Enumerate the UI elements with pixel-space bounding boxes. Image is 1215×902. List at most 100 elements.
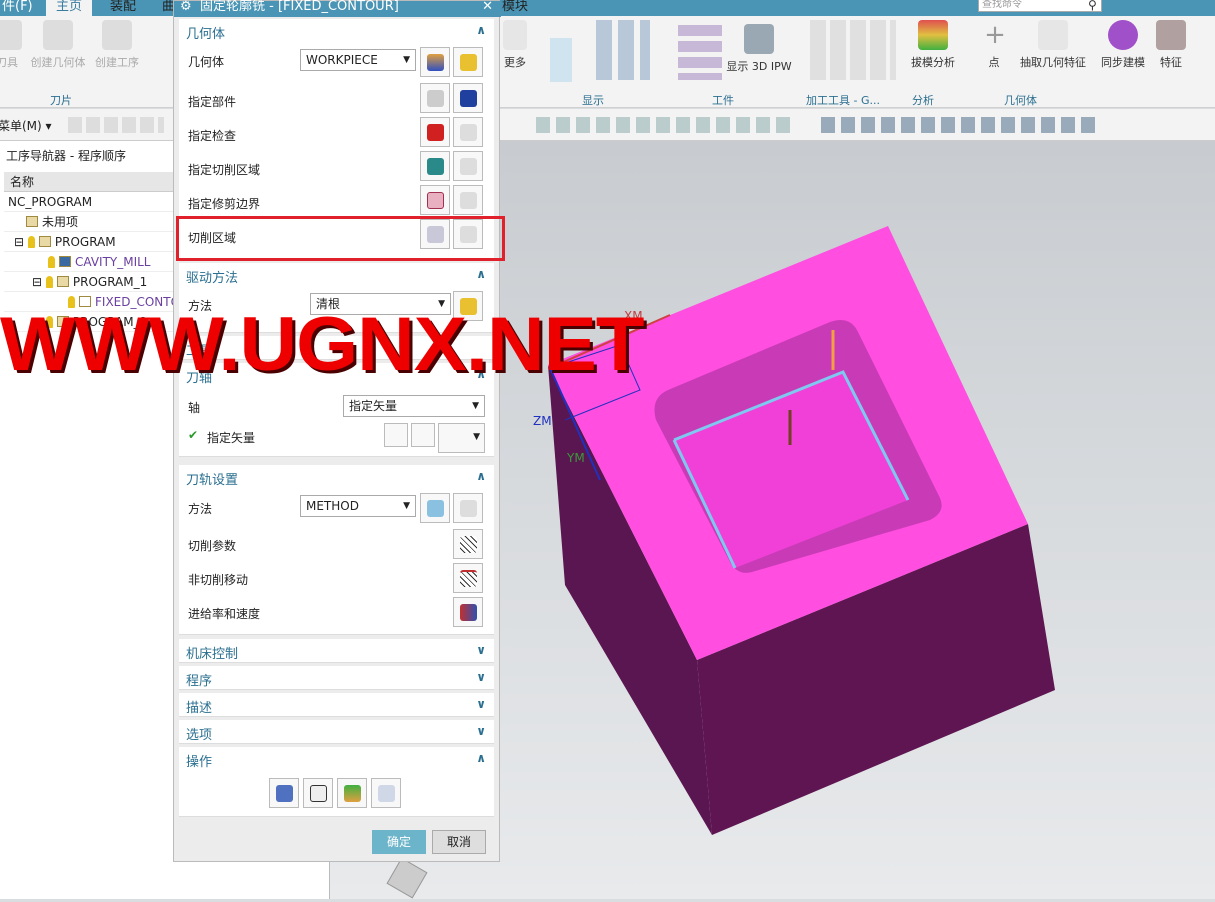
menu-button[interactable]: 菜单(M) ▾ — [0, 117, 52, 134]
replay-icon — [310, 785, 327, 802]
edit-method-button[interactable] — [453, 493, 483, 523]
cut-parameters-button[interactable] — [453, 529, 483, 559]
verify-button[interactable] — [337, 778, 367, 808]
reverse-direction-button[interactable] — [384, 423, 408, 447]
cancel-button[interactable]: 取消 — [432, 830, 486, 854]
chevron-up-icon[interactable]: ∧ — [476, 23, 486, 37]
section-header[interactable]: 选项 — [186, 724, 212, 743]
path-method-dropdown[interactable]: METHOD ▼ — [300, 495, 416, 517]
section-header[interactable]: 操作 — [186, 751, 212, 770]
display-tools[interactable] — [590, 20, 650, 80]
show-trim-boundary-button[interactable] — [453, 185, 483, 215]
dropdown-arrow-icon: ▼ — [473, 432, 480, 442]
specify-trim-boundary-button[interactable] — [420, 185, 450, 215]
point-button[interactable]: + 点 — [980, 20, 1008, 70]
search-icon[interactable]: ⚲ — [1088, 0, 1097, 12]
field-label: 轴 — [188, 401, 201, 415]
new-geometry-button[interactable] — [420, 47, 450, 77]
group-label: 加工工具 - G... — [806, 94, 880, 107]
specify-cut-area-button[interactable] — [420, 151, 450, 181]
section-header[interactable]: 几何体 — [186, 23, 225, 42]
group-label: 几何体 — [1004, 94, 1037, 107]
vector-dialog-button[interactable] — [411, 423, 435, 447]
replay-button[interactable] — [303, 778, 333, 808]
chevron-down-icon[interactable]: ∨ — [476, 643, 486, 657]
selection-filter-buttons[interactable] — [530, 117, 790, 133]
feeds-speeds-button[interactable] — [453, 597, 483, 627]
geometry-icon — [43, 20, 73, 50]
group-label: 工件 — [712, 94, 734, 107]
specify-part-button[interactable] — [420, 83, 450, 113]
new-method-button[interactable] — [420, 493, 450, 523]
button-label: 更多 — [504, 56, 526, 69]
chevron-up-icon[interactable]: ∧ — [476, 469, 486, 483]
feature-button[interactable]: 特征 — [1156, 20, 1186, 70]
close-icon[interactable]: ✕ — [482, 0, 493, 13]
chevron-down-icon[interactable]: ∨ — [476, 724, 486, 738]
display-toggle-buttons[interactable] — [550, 38, 572, 82]
section-header[interactable]: 驱动方法 — [186, 267, 238, 286]
check-geometry-icon — [427, 124, 444, 141]
create-tool-button[interactable]: 刀具 — [0, 20, 22, 70]
dropdown-arrow-icon: ▼ — [403, 501, 410, 511]
folder-icon — [38, 236, 51, 247]
show-check-button[interactable] — [453, 117, 483, 147]
tool-icon — [0, 20, 22, 50]
field-label: 指定检查 — [188, 129, 237, 143]
chevron-up-icon[interactable]: ∧ — [476, 751, 486, 765]
group-label: 分析 — [912, 94, 934, 107]
more-button[interactable]: 更多 — [502, 20, 528, 70]
dropdown-arrow-icon: ▼ — [472, 401, 479, 411]
draft-analysis-button[interactable]: 拔模分析 — [908, 20, 958, 70]
view-buttons[interactable] — [815, 117, 1095, 133]
chevron-down-icon[interactable]: ∨ — [476, 670, 486, 684]
edit-geometry-button[interactable] — [453, 47, 483, 77]
list-button[interactable] — [371, 778, 401, 808]
section-header[interactable]: 程序 — [186, 670, 212, 689]
field-label: 非切削移动 — [188, 573, 249, 587]
specify-check-button[interactable] — [420, 117, 450, 147]
create-operation-button[interactable]: 创建工序 — [92, 20, 142, 70]
cut-parameters-icon — [460, 536, 477, 553]
zm-axis-label: ZM — [533, 414, 552, 428]
extract-geometry-button[interactable]: 抽取几何特征 — [1016, 20, 1090, 70]
section-header[interactable]: 刀轨设置 — [186, 469, 238, 488]
field-label: 指定切削区域 — [188, 163, 261, 177]
axis-dropdown[interactable]: 指定矢量 ▼ — [343, 395, 485, 417]
navigator-title: 工序导航器 - 程序顺序 — [6, 149, 126, 163]
tab-assembly[interactable]: 装配 — [100, 0, 146, 16]
ok-button[interactable]: 确定 — [372, 830, 426, 854]
vector-type-dropdown[interactable]: ▼ — [438, 423, 485, 453]
command-search-input[interactable]: 查找命令 — [978, 0, 1102, 12]
tree-label: PROGRAM_1 — [72, 275, 148, 289]
button-label: 创建几何体 — [30, 56, 86, 69]
section-header[interactable]: 机床控制 — [186, 643, 238, 662]
status-bulb-icon — [45, 276, 53, 288]
geometry-dropdown[interactable]: WORKPIECE ▼ — [300, 49, 416, 71]
show-cut-area-button[interactable] — [453, 151, 483, 181]
collapse-icon[interactable]: ⊟ — [32, 275, 46, 289]
show-3d-ipw-button[interactable]: 显示 3D IPW — [726, 24, 792, 74]
sync-modeling-button[interactable]: 同步建模 — [1098, 20, 1148, 70]
button-label: 创建工序 — [95, 56, 139, 69]
ym-axis-label: YM — [567, 451, 585, 465]
field-label: 指定部件 — [188, 95, 237, 109]
more-icon — [503, 20, 527, 50]
button-label: 点 — [988, 56, 1000, 69]
collapse-icon[interactable]: ⊟ — [14, 235, 28, 249]
section-header[interactable]: 描述 — [186, 697, 212, 716]
navigator-view-buttons[interactable] — [64, 117, 164, 133]
chevron-down-icon[interactable]: ∨ — [476, 697, 486, 711]
chevron-up-icon[interactable]: ∧ — [476, 267, 486, 281]
show-part-button[interactable] — [453, 83, 483, 113]
create-geometry-button[interactable]: 创建几何体 — [28, 20, 88, 70]
dialog-title-text: 固定轮廓铣 - [FIXED_CONTOUR] — [200, 0, 399, 14]
point-icon: + — [984, 20, 1006, 50]
highlight-box — [176, 216, 505, 261]
generate-button[interactable] — [269, 778, 299, 808]
machining-tools[interactable] — [806, 20, 896, 80]
tab-home[interactable]: 主页 — [46, 0, 93, 16]
non-cutting-moves-button[interactable] — [453, 563, 483, 593]
tab-file[interactable]: 件(F) — [0, 0, 43, 16]
workpiece-tools[interactable] — [678, 20, 722, 80]
